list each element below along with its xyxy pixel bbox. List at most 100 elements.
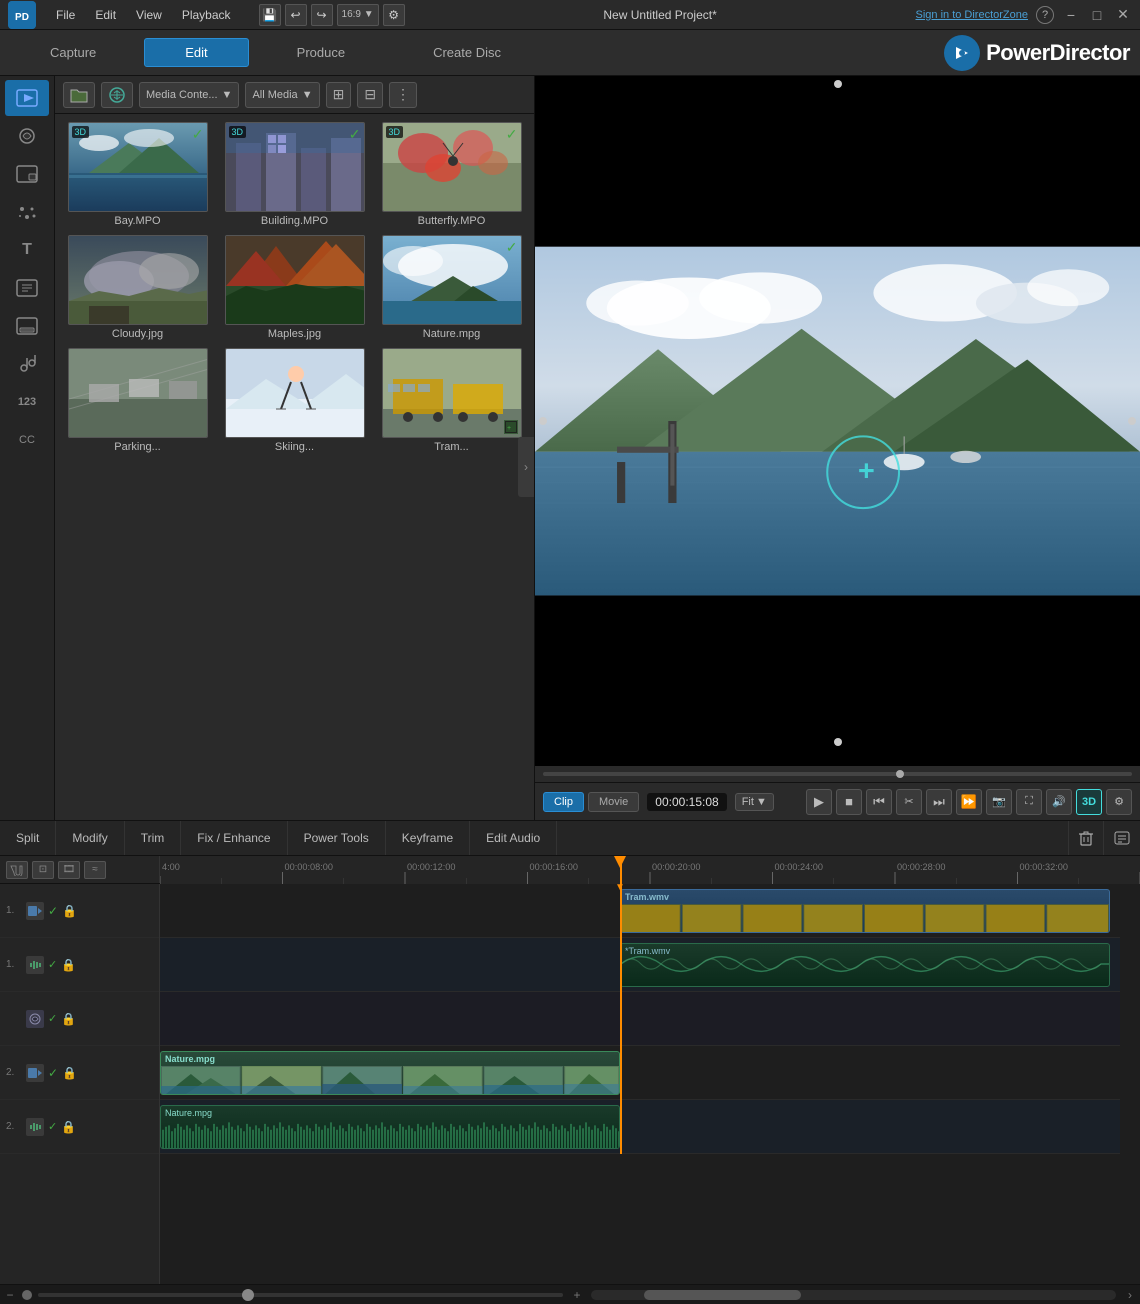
timeline-film-btn[interactable]: 🎞: [58, 861, 80, 879]
next-frame-button[interactable]: ⏭: [926, 789, 952, 815]
sidebar-item-text[interactable]: T: [5, 232, 49, 268]
media-thumb-nature[interactable]: ✓: [382, 235, 522, 325]
media-thumb-maples[interactable]: [225, 235, 365, 325]
track-check-2-video[interactable]: ✓: [48, 1066, 58, 1080]
open-folder-button[interactable]: [63, 82, 95, 108]
playhead[interactable]: [620, 884, 622, 1154]
media-item-building[interactable]: 3D ✓ Building.MPO: [220, 122, 369, 227]
track-check-effects[interactable]: ✓: [48, 1012, 57, 1025]
menu-edit[interactable]: Edit: [87, 6, 124, 24]
preview-scrubber[interactable]: [535, 766, 1140, 782]
zoom-thumb[interactable]: [242, 1289, 254, 1301]
grid-view-button[interactable]: ⊞: [326, 82, 352, 108]
redo-icon[interactable]: ↪: [311, 4, 333, 26]
clip-button[interactable]: Clip: [543, 792, 584, 812]
timeline-wave-btn[interactable]: ≈: [84, 861, 106, 879]
menu-playback[interactable]: Playback: [174, 6, 239, 24]
restore-button[interactable]: □: [1088, 6, 1106, 24]
save-icon[interactable]: 💾: [259, 4, 281, 26]
timeline-magnet-button[interactable]: [6, 861, 28, 879]
play-button[interactable]: ▶: [806, 789, 832, 815]
menu-file[interactable]: File: [48, 6, 83, 24]
scrubber-thumb[interactable]: [896, 770, 904, 778]
movie-button[interactable]: Movie: [588, 792, 639, 812]
sidebar-item-audio[interactable]: [5, 346, 49, 382]
zoom-slider-track-start[interactable]: [22, 1290, 32, 1300]
timeline-split-btn[interactable]: ⊡: [32, 861, 54, 879]
filter-dropdown[interactable]: All Media ▼: [245, 82, 319, 108]
sidebar: T 123 CC: [0, 76, 55, 820]
zoom-slider[interactable]: [38, 1293, 563, 1297]
media-item-cloudy[interactable]: Cloudy.jpg: [63, 235, 212, 340]
sidebar-item-subtitle[interactable]: [5, 308, 49, 344]
settings-icon[interactable]: ⚙: [383, 4, 405, 26]
media-item-skiing[interactable]: Skiing...: [220, 348, 369, 453]
sidebar-item-count[interactable]: 123: [5, 384, 49, 420]
sidebar-item-effects[interactable]: [5, 118, 49, 154]
media-item-tram[interactable]: + Tram...: [377, 348, 526, 453]
tram-audio-clip[interactable]: *Tram.wmv: [620, 943, 1110, 987]
fit-dropdown[interactable]: Fit▼: [735, 793, 774, 811]
options-button[interactable]: ⋮: [389, 82, 417, 108]
tram-video-clip[interactable]: Tram.wmv: [620, 889, 1110, 933]
close-button[interactable]: ✕: [1114, 6, 1132, 24]
snapshot-button[interactable]: 📷: [986, 789, 1012, 815]
sidebar-item-subtitles2[interactable]: CC: [5, 422, 49, 458]
media-thumb-skiing[interactable]: [225, 348, 365, 438]
menu-view[interactable]: View: [128, 6, 170, 24]
stop-button[interactable]: ■: [836, 789, 862, 815]
media-item-nature[interactable]: ✓ Nature.mpg: [377, 235, 526, 340]
volume-button[interactable]: 🔊: [1046, 789, 1072, 815]
timeline-ruler[interactable]: 4:00 00:00:08:00 00:00:12:00 00:00:16:00…: [160, 856, 1140, 884]
undo-icon[interactable]: ↩: [285, 4, 307, 26]
minimize-button[interactable]: −: [1062, 6, 1080, 24]
track-lock-effects[interactable]: 🔒: [61, 1012, 76, 1026]
fast-forward-button[interactable]: ⏩: [956, 789, 982, 815]
media-item-maples[interactable]: Maples.jpg: [220, 235, 369, 340]
track-check-1-audio[interactable]: ✓: [48, 958, 57, 971]
tab-capture[interactable]: Capture: [10, 39, 136, 66]
zoom-in-button[interactable]: +: [567, 1285, 587, 1304]
media-item-parking[interactable]: Parking...: [63, 348, 212, 453]
media-thumb-building[interactable]: 3D ✓: [225, 122, 365, 212]
track-check-2-audio[interactable]: ✓: [48, 1120, 57, 1133]
help-icon[interactable]: ?: [1036, 6, 1054, 24]
nature-video-clip[interactable]: Nature.mpg: [160, 1051, 620, 1095]
scrubber-track[interactable]: [543, 772, 1132, 776]
track-lock-1-video[interactable]: 🔒: [62, 904, 77, 918]
tab-produce[interactable]: Produce: [257, 39, 385, 66]
fullscreen-button[interactable]: ⛶: [1016, 789, 1042, 815]
scroll-right-button[interactable]: ›: [1120, 1285, 1140, 1304]
media-thumb-butterfly[interactable]: 3D ✓: [382, 122, 522, 212]
media-thumb-parking[interactable]: [68, 348, 208, 438]
download-button[interactable]: [101, 82, 133, 108]
resolution-dropdown[interactable]: 16:9 ▼: [337, 4, 379, 26]
media-scroll-arrow[interactable]: ›: [518, 437, 534, 497]
media-thumb-tram[interactable]: +: [382, 348, 522, 438]
tab-create-disc[interactable]: Create Disc: [393, 39, 541, 66]
zoom-out-button[interactable]: −: [0, 1285, 20, 1304]
media-thumb-cloudy[interactable]: [68, 235, 208, 325]
prev-frame-button[interactable]: ⏮: [866, 789, 892, 815]
sidebar-item-particles[interactable]: [5, 194, 49, 230]
split-button[interactable]: ✂: [896, 789, 922, 815]
sidebar-item-pip[interactable]: [5, 156, 49, 192]
track-lock-2-video[interactable]: 🔒: [62, 1066, 77, 1080]
tab-edit[interactable]: Edit: [144, 38, 248, 67]
media-thumb-bay[interactable]: 3D ✓: [68, 122, 208, 212]
track-lock-1-audio[interactable]: 🔒: [61, 958, 76, 972]
scrollbar-thumb[interactable]: [644, 1290, 802, 1300]
content-type-dropdown[interactable]: Media Conte... ▼: [139, 82, 239, 108]
sidebar-item-media[interactable]: [5, 80, 49, 116]
signin-link[interactable]: Sign in to DirectorZone: [916, 9, 1029, 21]
media-item-bay[interactable]: 3D ✓ Bay.MPO: [63, 122, 212, 227]
track-lock-2-audio[interactable]: 🔒: [61, 1120, 76, 1134]
sidebar-item-chapter[interactable]: [5, 270, 49, 306]
output-settings-button[interactable]: ⚙: [1106, 789, 1132, 815]
nature-audio-clip[interactable]: Nature.mpg: [160, 1105, 620, 1149]
media-item-butterfly[interactable]: 3D ✓ Butterfly.MPO: [377, 122, 526, 227]
3d-button[interactable]: 3D: [1076, 789, 1102, 815]
track-check-1-video[interactable]: ✓: [48, 904, 58, 918]
timeline-scrollbar[interactable]: [591, 1290, 1116, 1300]
list-view-button[interactable]: ⊟: [357, 82, 383, 108]
